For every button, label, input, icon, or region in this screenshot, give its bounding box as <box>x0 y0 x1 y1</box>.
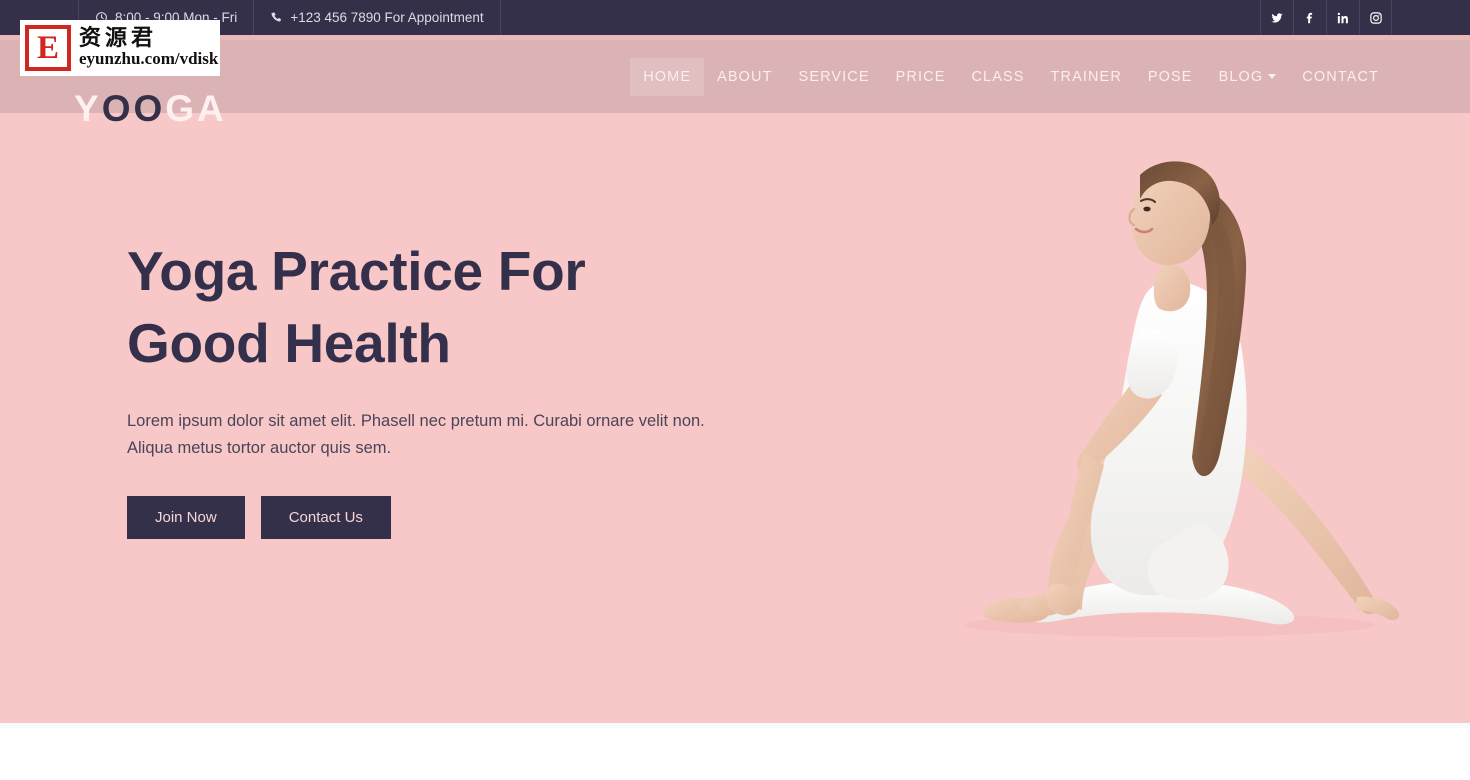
site-header: YOOGA HOME ABOUT SERVICE PRICE CLASS TRA… <box>0 40 1470 127</box>
section-divider <box>0 723 1470 728</box>
watermark-chinese-name: 资源君 <box>79 26 158 52</box>
hero-content: Yoga Practice For Good Health Lorem ipsu… <box>127 235 767 540</box>
hero-yoga-image <box>870 113 1470 643</box>
logo-part-3: GA <box>165 88 227 129</box>
linkedin-icon[interactable] <box>1326 0 1359 35</box>
nav-item-blog[interactable]: BLOG <box>1206 58 1290 96</box>
nav-label: HOME <box>643 68 692 85</box>
nav-item-about[interactable]: ABOUT <box>704 58 785 96</box>
nav-label: PRICE <box>895 68 946 85</box>
nav-label: ABOUT <box>717 68 773 85</box>
hero-section: Yoga Practice For Good Health Lorem ipsu… <box>0 113 1470 723</box>
watermark-badge-letter: E <box>36 29 59 66</box>
nav-item-price[interactable]: PRICE <box>883 58 959 96</box>
main-navigation: HOME ABOUT SERVICE PRICE CLASS TRAINER P… <box>630 57 1392 96</box>
contact-us-button[interactable]: Contact Us <box>260 496 391 540</box>
nav-label: CONTACT <box>1302 68 1379 85</box>
hero-title-line-1: Yoga Practice For <box>127 240 586 302</box>
hero-actions: Join Now Contact Us <box>127 496 767 540</box>
logo-part-2: OO <box>101 88 166 129</box>
content-area-below-hero <box>0 723 1470 780</box>
watermark-text: 资源君 eyunzhu.com/vdisk <box>79 27 218 69</box>
nav-label: TRAINER <box>1050 68 1122 85</box>
phone-icon <box>270 11 283 24</box>
site-logo[interactable]: YOOGA <box>74 90 227 127</box>
nav-item-home[interactable]: HOME <box>630 57 705 96</box>
nav-item-contact[interactable]: CONTACT <box>1289 58 1392 96</box>
page-title: Yoga Practice For Good Health <box>127 235 767 379</box>
appointment-phone-text: +123 456 7890 For Appointment <box>290 9 484 25</box>
instagram-icon[interactable] <box>1359 0 1392 35</box>
twitter-icon[interactable] <box>1260 0 1293 35</box>
nav-label: POSE <box>1147 68 1193 85</box>
watermark-logo-icon: E <box>25 25 71 71</box>
social-links <box>1260 0 1392 35</box>
logo-part-1: Y <box>74 88 102 129</box>
nav-item-class[interactable]: CLASS <box>958 58 1037 96</box>
hero-subtitle: Lorem ipsum dolor sit amet elit. Phasell… <box>127 412 705 458</box>
nav-item-trainer[interactable]: TRAINER <box>1038 58 1135 96</box>
appointment-phone[interactable]: +123 456 7890 For Appointment <box>254 0 501 35</box>
watermark-url: eyunzhu.com/vdisk <box>79 49 219 69</box>
watermark-overlay: E 资源君 eyunzhu.com/vdisk <box>20 20 220 76</box>
chevron-down-icon <box>1268 74 1277 79</box>
nav-label: CLASS <box>971 68 1025 85</box>
top-bar: 8:00 - 9:00 Mon - Fri +123 456 7890 For … <box>0 0 1470 35</box>
nav-item-service[interactable]: SERVICE <box>786 58 883 96</box>
facebook-icon[interactable] <box>1293 0 1326 35</box>
nav-label: BLOG <box>1218 68 1264 85</box>
nav-label: SERVICE <box>798 68 870 85</box>
nav-item-pose[interactable]: POSE <box>1135 58 1206 96</box>
join-now-button[interactable]: Join Now <box>127 496 245 540</box>
hero-title-line-2: Good Health <box>127 312 451 375</box>
